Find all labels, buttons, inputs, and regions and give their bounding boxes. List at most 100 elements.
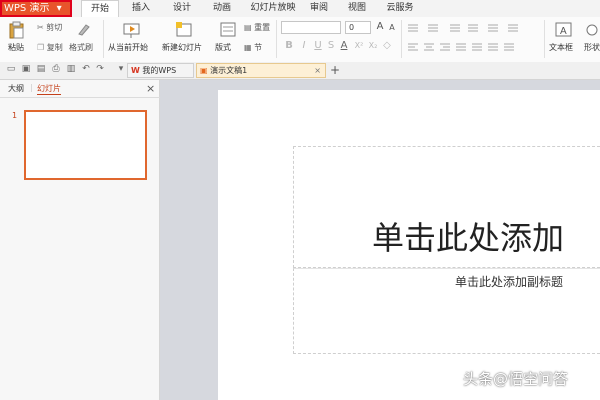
textbox-button[interactable]: A <box>555 21 573 43</box>
save-icon[interactable]: ▣ <box>20 63 32 76</box>
ribbon-divider <box>103 20 104 58</box>
ribbon-divider <box>276 20 277 58</box>
play-from-current-label: 从当前开始 <box>108 43 148 52</box>
tab-start[interactable]: 开始 <box>81 0 119 18</box>
clear-format-button[interactable]: ◇ <box>381 40 393 52</box>
slide-number: 1 <box>12 111 18 120</box>
font-name-combo[interactable] <box>281 21 341 34</box>
superscript-button[interactable]: X² <box>352 40 366 52</box>
slideshow-play-icon <box>123 23 140 38</box>
tab-animation[interactable]: 动画 <box>205 0 239 17</box>
export-pdf-icon[interactable]: ▤ <box>35 63 47 76</box>
bold-button[interactable]: B <box>283 40 295 52</box>
shapes-button[interactable] <box>584 22 600 42</box>
underline-button[interactable]: U <box>312 40 324 52</box>
tab-slides[interactable]: 幻灯片 <box>37 83 61 95</box>
presentation-file-icon: ▣ <box>200 66 208 75</box>
paragraph-group[interactable] <box>406 20 544 60</box>
text-align-icon <box>504 43 514 51</box>
paste-label: 粘贴 <box>8 43 24 52</box>
close-icon[interactable]: × <box>146 82 155 95</box>
clipboard-icon <box>9 21 24 39</box>
format-painter-label: 格式刷 <box>69 43 93 52</box>
panel-tabs <box>0 80 160 98</box>
font-color-button[interactable]: A <box>338 40 350 52</box>
doc-tab-presentation1[interactable]: ▣ 演示文稿1 × <box>196 63 326 78</box>
tab-view[interactable]: 视图 <box>340 0 374 17</box>
print-icon[interactable]: ⎙ <box>50 63 62 76</box>
textbox-label: 文本框 <box>549 43 573 52</box>
add-tab-button[interactable]: + <box>330 63 340 77</box>
wps-logo-icon: W <box>131 66 140 75</box>
copy-button[interactable]: ❐ 复制 <box>37 42 63 53</box>
text-direction-icon <box>508 24 518 32</box>
play-from-current-button[interactable] <box>123 21 141 43</box>
copy-label: 复制 <box>46 43 63 52</box>
cut-label: 剪切 <box>46 23 63 32</box>
layout-label: 版式 <box>215 43 231 52</box>
tab-design[interactable]: 设计 <box>165 0 199 17</box>
outdent-icon <box>450 24 460 32</box>
align-right-icon <box>440 43 450 51</box>
scissors-icon: ✂ <box>37 23 44 32</box>
grow-font-button[interactable]: A <box>374 21 386 33</box>
chevron-down-icon: ▾ <box>56 3 62 14</box>
numbering-icon <box>428 24 438 32</box>
ribbon-divider <box>401 20 402 58</box>
italic-button[interactable]: I <box>298 40 310 52</box>
align-center-icon <box>424 43 434 51</box>
cut-button[interactable]: ✂ 剪切 <box>37 22 62 33</box>
distributed-icon <box>472 43 482 51</box>
reset-icon: ▤ <box>244 23 252 32</box>
section-button[interactable]: ▦ 节 <box>244 42 262 53</box>
copy-icon: ❐ <box>37 43 45 52</box>
tab-outline[interactable]: 大纲 <box>8 83 24 94</box>
font-size-combo[interactable]: 0 <box>345 21 371 34</box>
paste-button[interactable] <box>8 21 26 43</box>
title-placeholder-text: 单击此处添加 <box>372 219 565 257</box>
shadow-button[interactable]: S <box>325 40 337 52</box>
new-slide-label: 新建幻灯片 <box>162 43 202 52</box>
tab-slideshow[interactable]: 幻灯片放映 <box>244 0 302 17</box>
print-preview-icon[interactable]: ▥ <box>65 63 77 76</box>
wps-app-menu-button[interactable]: WPS 演示 ▾ <box>0 0 72 17</box>
layout-button[interactable] <box>220 22 236 42</box>
slide-thumbnail[interactable] <box>24 110 147 180</box>
align-left-icon <box>408 43 418 51</box>
redo-icon[interactable]: ↷ <box>94 63 106 76</box>
columns-icon <box>488 43 498 51</box>
shapes-label: 形状 <box>584 43 600 52</box>
ribbon-divider <box>544 20 545 58</box>
tab-cloud[interactable]: 云服务 <box>378 0 422 17</box>
new-slide-button[interactable] <box>175 21 193 43</box>
bullets-icon <box>408 24 418 32</box>
tab-insert[interactable]: 插入 <box>124 0 158 17</box>
format-painter-button[interactable] <box>76 21 92 41</box>
layout-icon <box>220 22 236 37</box>
open-folder-icon[interactable]: ▭ <box>5 63 17 76</box>
doc-tab-label: 我的WPS <box>142 66 177 75</box>
new-slide-icon <box>176 22 192 37</box>
close-icon[interactable]: × <box>314 64 321 77</box>
line-spacing-icon <box>488 24 498 32</box>
brush-icon <box>78 24 90 36</box>
tab-review[interactable]: 审阅 <box>304 0 334 17</box>
justify-icon <box>456 43 466 51</box>
font-size-value: 0 <box>349 23 355 32</box>
shrink-font-button[interactable]: A <box>386 22 398 34</box>
svg-text:A: A <box>560 26 567 37</box>
reset-label: 重置 <box>254 23 271 32</box>
subtitle-placeholder-text: 单击此处添加副标题 <box>455 275 564 289</box>
doc-tab-my-wps[interactable]: W 我的WPS <box>127 63 194 78</box>
doc-tab-label: 演示文稿1 <box>210 66 248 75</box>
tab-divider: | <box>30 83 33 92</box>
textbox-icon: A <box>555 22 572 37</box>
reset-button[interactable]: ▤ 重置 <box>244 22 270 33</box>
section-label: 节 <box>254 43 263 52</box>
subscript-button[interactable]: X₂ <box>366 40 380 52</box>
app-name: WPS 演示 <box>4 3 50 14</box>
watermark: 头条@悟空问答 <box>463 370 569 388</box>
undo-icon[interactable]: ↶ <box>80 63 92 76</box>
indent-icon <box>468 24 478 32</box>
chevron-down-icon[interactable]: ▾ <box>115 63 127 76</box>
